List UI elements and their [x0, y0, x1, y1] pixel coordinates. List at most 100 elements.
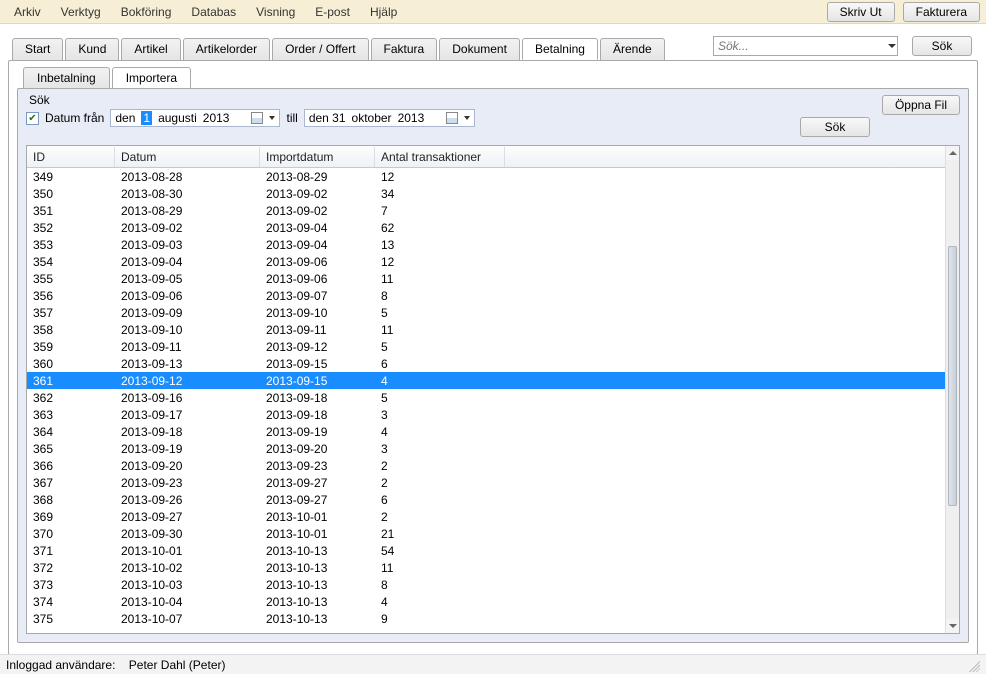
scroll-up-icon[interactable] [946, 146, 959, 160]
table-row[interactable]: 3582013-09-102013-09-1111 [27, 321, 945, 338]
table-row[interactable]: 3732013-10-032013-10-138 [27, 576, 945, 593]
invoice-button[interactable]: Fakturera [903, 2, 980, 22]
cell-importdatum: 2013-09-15 [260, 357, 375, 371]
cell-antal: 62 [375, 221, 505, 235]
table-row[interactable]: 3532013-09-032013-09-0413 [27, 236, 945, 253]
table-row[interactable]: 3712013-10-012013-10-1354 [27, 542, 945, 559]
date-to-picker[interactable]: den 31 oktober 2013 [304, 109, 475, 127]
table-row[interactable]: 3662013-09-202013-09-232 [27, 457, 945, 474]
print-button[interactable]: Skriv Ut [827, 2, 895, 22]
table-row[interactable]: 3742013-10-042013-10-134 [27, 593, 945, 610]
cell-datum: 2013-10-04 [115, 595, 260, 609]
col-antal[interactable]: Antal transaktioner [375, 147, 505, 167]
table-row[interactable]: 3512013-08-292013-09-027 [27, 202, 945, 219]
search-input[interactable] [713, 36, 898, 56]
table-row[interactable]: 3702013-09-302013-10-0121 [27, 525, 945, 542]
table-row[interactable]: 3522013-09-022013-09-0462 [27, 219, 945, 236]
resize-grip-icon[interactable] [966, 658, 980, 672]
cell-id: 370 [27, 527, 115, 541]
table-row[interactable]: 3642013-09-182013-09-194 [27, 423, 945, 440]
col-datum[interactable]: Datum [115, 147, 260, 167]
table-row[interactable]: 3602013-09-132013-09-156 [27, 355, 945, 372]
import-table: ID Datum Importdatum Antal transaktioner… [26, 145, 960, 634]
cell-id: 366 [27, 459, 115, 473]
menu-e-post[interactable]: E-post [305, 2, 360, 22]
menu-databas[interactable]: Databas [181, 2, 246, 22]
menubar: ArkivVerktygBokföringDatabasVisningE-pos… [0, 0, 986, 24]
calendar-icon[interactable] [446, 112, 458, 124]
cell-antal: 21 [375, 527, 505, 541]
tab-start[interactable]: Start [12, 38, 63, 60]
search-dropdown-icon[interactable] [888, 44, 896, 48]
date-from-picker[interactable]: den 1 augusti 2013 [110, 109, 280, 127]
tab-order-offert[interactable]: Order / Offert [272, 38, 368, 60]
filter-search-button[interactable]: Sök [800, 117, 870, 137]
table-row[interactable]: 3722013-10-022013-10-1311 [27, 559, 945, 576]
table-row[interactable]: 3632013-09-172013-09-183 [27, 406, 945, 423]
cell-importdatum: 2013-09-10 [260, 306, 375, 320]
search-button[interactable]: Sök [912, 36, 972, 56]
table-row[interactable]: 3752013-10-072013-10-139 [27, 610, 945, 627]
table-row[interactable]: 3622013-09-162013-09-185 [27, 389, 945, 406]
tab-faktura[interactable]: Faktura [371, 38, 438, 60]
menu-arkiv[interactable]: Arkiv [4, 2, 51, 22]
table-row[interactable]: 3572013-09-092013-09-105 [27, 304, 945, 321]
cell-antal: 6 [375, 357, 505, 371]
menu-hjälp[interactable]: Hjälp [360, 2, 407, 22]
cell-id: 367 [27, 476, 115, 490]
menu-bokföring[interactable]: Bokföring [111, 2, 182, 22]
cell-datum: 2013-09-30 [115, 527, 260, 541]
cell-id: 358 [27, 323, 115, 337]
cell-importdatum: 2013-10-13 [260, 612, 375, 626]
cell-antal: 2 [375, 459, 505, 473]
date-from-checkbox[interactable]: ✔ [26, 112, 39, 125]
tab-dokument[interactable]: Dokument [439, 38, 520, 60]
date-from-month: augusti [158, 111, 197, 125]
cell-antal: 5 [375, 340, 505, 354]
tab-kund[interactable]: Kund [65, 38, 119, 60]
cell-datum: 2013-09-11 [115, 340, 260, 354]
subtab-importera[interactable]: Importera [112, 67, 191, 88]
subtab-inbetalning[interactable]: Inbetalning [23, 67, 110, 88]
vertical-scrollbar[interactable] [945, 146, 959, 633]
tab-artikelorder[interactable]: Artikelorder [183, 38, 270, 60]
cell-antal: 34 [375, 187, 505, 201]
table-row[interactable]: 3492013-08-282013-08-2912 [27, 168, 945, 185]
cell-importdatum: 2013-09-04 [260, 221, 375, 235]
table-row[interactable]: 3562013-09-062013-09-078 [27, 287, 945, 304]
cell-id: 351 [27, 204, 115, 218]
tab--rende[interactable]: Ärende [600, 38, 665, 60]
menu-visning[interactable]: Visning [246, 2, 305, 22]
cell-id: 371 [27, 544, 115, 558]
col-id[interactable]: ID [27, 147, 115, 167]
menu-verktyg[interactable]: Verktyg [51, 2, 111, 22]
col-importdatum[interactable]: Importdatum [260, 147, 375, 167]
cell-id: 357 [27, 306, 115, 320]
chevron-down-icon[interactable] [464, 116, 470, 120]
tab-artikel[interactable]: Artikel [121, 38, 180, 60]
cell-id: 363 [27, 408, 115, 422]
chevron-down-icon[interactable] [269, 116, 275, 120]
table-row[interactable]: 3502013-08-302013-09-0234 [27, 185, 945, 202]
date-from-year: 2013 [203, 111, 230, 125]
table-row[interactable]: 3682013-09-262013-09-276 [27, 491, 945, 508]
table-row[interactable]: 3672013-09-232013-09-272 [27, 474, 945, 491]
calendar-icon[interactable] [251, 112, 263, 124]
cell-id: 372 [27, 561, 115, 575]
till-label: till [286, 111, 297, 125]
open-file-button[interactable]: Öppna Fil [882, 95, 960, 115]
scroll-down-icon[interactable] [946, 619, 959, 633]
table-row[interactable]: 3592013-09-112013-09-125 [27, 338, 945, 355]
table-row[interactable]: 3692013-09-272013-10-012 [27, 508, 945, 525]
tab-betalning[interactable]: Betalning [522, 38, 598, 60]
date-from-day: den [115, 111, 135, 125]
table-row[interactable]: 3542013-09-042013-09-0612 [27, 253, 945, 270]
cell-id: 352 [27, 221, 115, 235]
scrollbar-thumb[interactable] [948, 246, 957, 506]
table-row[interactable]: 3552013-09-052013-09-0611 [27, 270, 945, 287]
cell-datum: 2013-09-06 [115, 289, 260, 303]
table-row[interactable]: 3652013-09-192013-09-203 [27, 440, 945, 457]
table-row[interactable]: 3612013-09-122013-09-154 [27, 372, 945, 389]
cell-id: 375 [27, 612, 115, 626]
cell-id: 365 [27, 442, 115, 456]
